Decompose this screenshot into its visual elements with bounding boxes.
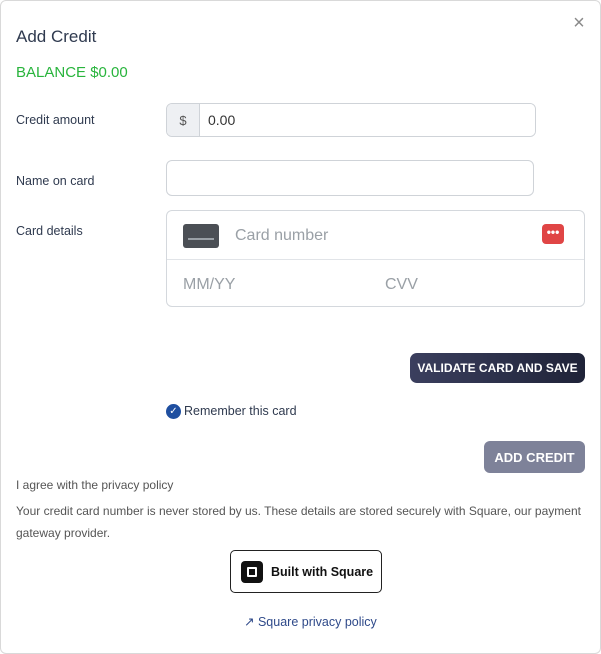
credit-amount-input[interactable] — [200, 104, 535, 136]
cvv-field[interactable]: CVV — [385, 276, 418, 294]
currency-addon: $ — [167, 104, 200, 136]
name-on-card-label: Name on card — [16, 174, 95, 188]
credit-amount-label: Credit amount — [16, 113, 95, 127]
close-icon[interactable]: × — [569, 13, 589, 33]
card-error-icon: ••• — [542, 224, 564, 244]
square-privacy-link[interactable]: ↗ Square privacy policy — [244, 614, 377, 629]
security-notice: Your credit card number is never stored … — [16, 504, 581, 540]
add-credit-button[interactable]: ADD CREDIT — [484, 441, 585, 473]
remember-checkbox[interactable]: ✓ — [166, 404, 181, 419]
card-details-label: Card details — [16, 224, 83, 238]
name-on-card-input[interactable] — [166, 160, 534, 196]
square-logo-icon — [241, 560, 263, 583]
external-link-icon: ↗ — [244, 615, 255, 629]
expiry-field[interactable]: MM/YY — [183, 276, 235, 294]
credit-amount-group: $ — [166, 103, 536, 137]
square-badge-label: Built with Square — [271, 564, 374, 579]
add-credit-dialog: × Add Credit BALANCE $0.00 Credit amount… — [0, 0, 601, 654]
privacy-link-label: Square privacy policy — [257, 615, 377, 629]
remember-card-label[interactable]: Remember this card — [184, 404, 297, 418]
card-details-box: Card number ••• MM/YY CVV — [166, 210, 585, 307]
card-number-field[interactable]: Card number — [235, 227, 328, 245]
validate-card-button[interactable]: VALIDATE CARD AND SAVE — [410, 353, 585, 383]
card-field-divider — [167, 259, 584, 260]
agree-privacy-text: I agree with the privacy policy — [16, 478, 174, 492]
dialog-title: Add Credit — [16, 27, 97, 46]
credit-card-icon — [183, 224, 219, 248]
balance-text: BALANCE $0.00 — [16, 64, 128, 81]
checkmark-icon: ✓ — [169, 406, 178, 417]
built-with-square-badge[interactable]: Built with Square — [230, 550, 382, 593]
